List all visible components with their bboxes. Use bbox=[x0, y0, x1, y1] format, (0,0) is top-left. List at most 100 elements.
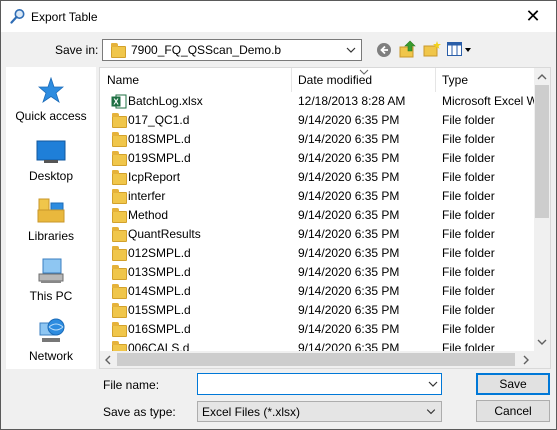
table-row[interactable]: 012SMPL.d 9/14/2020 6:35 PM File folder bbox=[100, 244, 536, 263]
save-in-label: Save in: bbox=[55, 43, 99, 57]
libraries-icon bbox=[37, 198, 65, 223]
table-row[interactable]: 013SMPL.d 9/14/2020 6:35 PM File folder bbox=[100, 263, 536, 282]
place-quick-access[interactable]: Quick access bbox=[6, 77, 96, 132]
folder-icon bbox=[112, 208, 127, 223]
column-divider[interactable] bbox=[291, 68, 292, 92]
file-type-cell: File folder bbox=[442, 303, 495, 317]
file-date-cell: 9/14/2020 6:35 PM bbox=[298, 151, 400, 165]
file-date-cell: 12/18/2013 8:28 AM bbox=[298, 94, 406, 108]
vertical-scrollbar[interactable] bbox=[534, 68, 550, 351]
place-network[interactable]: Network bbox=[6, 317, 96, 372]
table-row[interactable]: Method 9/14/2020 6:35 PM File folder bbox=[100, 206, 536, 225]
folder-icon bbox=[112, 132, 127, 147]
column-divider[interactable] bbox=[435, 68, 436, 92]
place-label: Network bbox=[28, 349, 73, 363]
save-in-dropdown[interactable]: 7900_FQ_QSScan_Demo.b bbox=[102, 39, 362, 61]
svg-text:X: X bbox=[113, 98, 119, 107]
file-list[interactable]: Name Date modified Type X BatchLog.xlsx 12… bbox=[99, 67, 551, 369]
file-type-cell: File folder bbox=[442, 265, 495, 279]
place-label: Desktop bbox=[28, 169, 74, 183]
scroll-thumb[interactable] bbox=[535, 85, 549, 218]
chevron-down-icon bbox=[426, 409, 436, 415]
cancel-button[interactable]: Cancel bbox=[476, 400, 550, 422]
export-table-dialog: Export Table ✕ Save in: 7900_FQ_QSScan_D… bbox=[0, 0, 557, 430]
view-menu-icon[interactable] bbox=[447, 42, 473, 57]
file-name-cell: 014SMPL.d bbox=[128, 284, 191, 298]
back-icon[interactable] bbox=[376, 42, 392, 58]
file-name-cell: 015SMPL.d bbox=[128, 303, 191, 317]
place-label: Quick access bbox=[15, 109, 87, 123]
file-type-cell: File folder bbox=[442, 170, 495, 184]
table-row[interactable]: 016SMPL.d 9/14/2020 6:35 PM File folder bbox=[100, 320, 536, 339]
file-type-cell: File folder bbox=[442, 151, 495, 165]
table-row[interactable]: QuantResults 9/14/2020 6:35 PM File folder bbox=[100, 225, 536, 244]
table-row[interactable]: 018SMPL.d 9/14/2020 6:35 PM File folder bbox=[100, 130, 536, 149]
file-type-cell: Microsoft Excel W bbox=[442, 94, 536, 108]
table-row[interactable]: IcpReport 9/14/2020 6:35 PM File folder bbox=[100, 168, 536, 187]
folder-icon bbox=[112, 246, 127, 261]
file-date-cell: 9/14/2020 6:35 PM bbox=[298, 132, 400, 146]
place-this-pc[interactable]: This PC bbox=[6, 257, 96, 312]
folder-icon bbox=[112, 303, 127, 318]
file-date-cell: 9/14/2020 6:35 PM bbox=[298, 303, 400, 317]
scroll-up-icon[interactable] bbox=[537, 74, 547, 80]
table-row[interactable]: X BatchLog.xlsx 12/18/2013 8:28 AM Microsof… bbox=[100, 92, 536, 111]
file-name-label: File name: bbox=[103, 378, 160, 392]
up-folder-icon[interactable] bbox=[399, 40, 417, 58]
scroll-down-icon[interactable] bbox=[537, 339, 547, 345]
file-name-cell: 016SMPL.d bbox=[128, 322, 191, 336]
horizontal-scrollbar[interactable] bbox=[100, 351, 550, 368]
file-type-cell: File folder bbox=[442, 284, 495, 298]
chevron-down-icon[interactable] bbox=[425, 373, 441, 395]
scroll-right-icon[interactable] bbox=[523, 355, 529, 365]
star-icon bbox=[38, 77, 64, 103]
file-type-cell: File folder bbox=[442, 246, 495, 260]
file-name-cell: interfer bbox=[128, 189, 166, 203]
table-row[interactable]: 017_QC1.d 9/14/2020 6:35 PM File folder bbox=[100, 111, 536, 130]
network-icon bbox=[39, 318, 65, 342]
magnifier-app-icon bbox=[10, 9, 25, 24]
column-header-type[interactable]: Type bbox=[442, 68, 468, 92]
save-as-type-label: Save as type: bbox=[103, 405, 176, 419]
save-as-type-value: Excel Files (*.xlsx) bbox=[202, 405, 301, 419]
file-date-cell: 9/14/2020 6:35 PM bbox=[298, 322, 400, 336]
computer-icon bbox=[38, 258, 64, 283]
file-date-cell: 9/14/2020 6:35 PM bbox=[298, 284, 400, 298]
dialog-title: Export Table bbox=[31, 10, 98, 24]
place-libraries[interactable]: Libraries bbox=[6, 197, 96, 252]
file-date-cell: 9/14/2020 6:35 PM bbox=[298, 265, 400, 279]
table-row[interactable]: 014SMPL.d 9/14/2020 6:35 PM File folder bbox=[100, 282, 536, 301]
folder-icon bbox=[112, 151, 127, 166]
file-name-cell: 017_QC1.d bbox=[128, 113, 190, 127]
folder-icon bbox=[112, 322, 127, 337]
scroll-thumb[interactable] bbox=[117, 353, 515, 366]
file-type-cell: File folder bbox=[442, 113, 495, 127]
file-date-cell: 9/14/2020 6:35 PM bbox=[298, 208, 400, 222]
table-row[interactable]: 015SMPL.d 9/14/2020 6:35 PM File folder bbox=[100, 301, 536, 320]
table-row[interactable]: interfer 9/14/2020 6:35 PM File folder bbox=[100, 187, 536, 206]
file-name-input[interactable] bbox=[197, 373, 442, 395]
file-name-cell: IcpReport bbox=[128, 170, 181, 184]
place-label: This PC bbox=[29, 289, 73, 303]
column-header-name[interactable]: Name bbox=[107, 68, 139, 92]
places-bar: Quick access Desktop Libraries This PC N… bbox=[6, 67, 96, 369]
file-type-cell: File folder bbox=[442, 208, 495, 222]
close-button[interactable]: ✕ bbox=[510, 1, 556, 32]
place-desktop[interactable]: Desktop bbox=[6, 137, 96, 192]
save-as-type-dropdown[interactable]: Excel Files (*.xlsx) bbox=[197, 401, 442, 422]
close-icon: ✕ bbox=[525, 6, 541, 26]
file-name-cell: 013SMPL.d bbox=[128, 265, 191, 279]
folder-icon bbox=[111, 43, 126, 58]
file-name-cell: BatchLog.xlsx bbox=[128, 94, 203, 108]
new-folder-icon[interactable] bbox=[423, 41, 441, 58]
folder-icon bbox=[112, 113, 127, 128]
folder-icon bbox=[112, 189, 127, 204]
table-row[interactable]: 019SMPL.d 9/14/2020 6:35 PM File folder bbox=[100, 149, 536, 168]
folder-icon bbox=[112, 265, 127, 280]
file-date-cell: 9/14/2020 6:35 PM bbox=[298, 227, 400, 241]
scroll-left-icon[interactable] bbox=[105, 355, 111, 365]
file-date-cell: 9/14/2020 6:35 PM bbox=[298, 189, 400, 203]
sort-caret-icon bbox=[359, 69, 369, 75]
save-button[interactable]: Save bbox=[476, 373, 550, 395]
file-date-cell: 9/14/2020 6:35 PM bbox=[298, 170, 400, 184]
